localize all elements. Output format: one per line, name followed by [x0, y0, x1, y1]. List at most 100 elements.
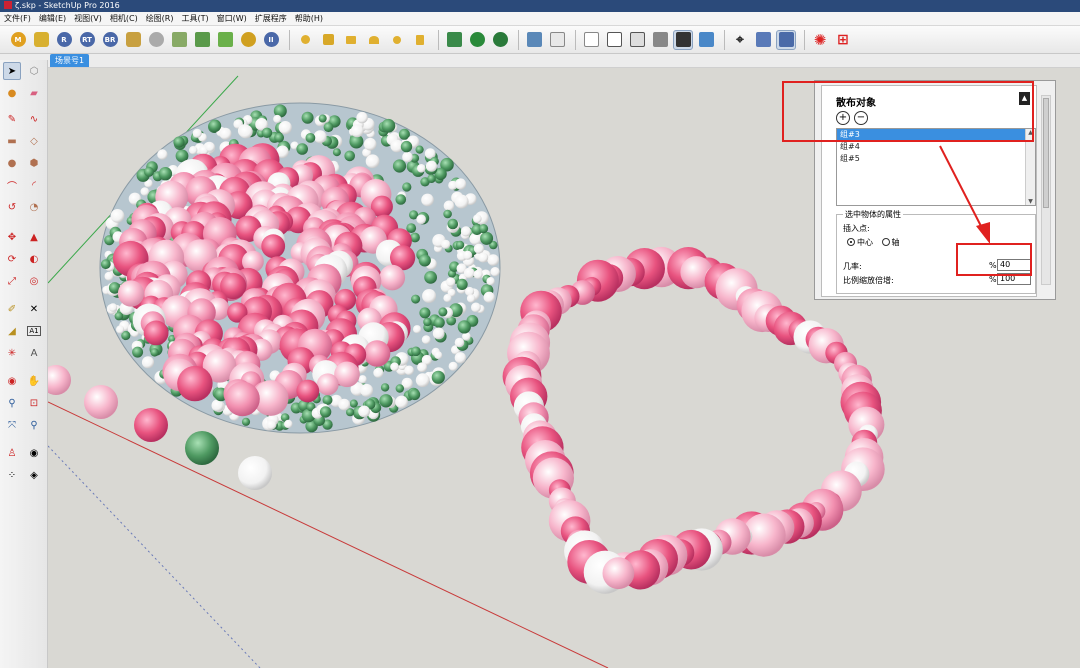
rectangle-tool-button[interactable]: ▬ — [3, 132, 21, 150]
grid-icon: ⊞ — [837, 31, 849, 48]
plugin-r-button[interactable]: R — [54, 30, 74, 50]
plugin-scatter-button[interactable] — [169, 30, 189, 50]
axes-tool-button[interactable]: ✳ — [3, 344, 21, 362]
zoom-tool-button[interactable]: ⚲ — [3, 394, 21, 412]
menu-file[interactable]: 文件(F) — [4, 13, 31, 24]
menu-extensions[interactable]: 扩展程序 — [255, 13, 287, 24]
ball-tool-button[interactable] — [387, 30, 407, 50]
sun-button[interactable]: ✺ — [810, 30, 830, 50]
plugin-rt-button[interactable]: RT — [77, 30, 97, 50]
position-camera-button[interactable]: ♙ — [3, 444, 21, 462]
small-green-sphere — [438, 307, 448, 317]
tape-measure-button[interactable]: ✐ — [3, 300, 21, 318]
plugin-grass-button[interactable] — [215, 30, 235, 50]
zoom-window-button[interactable]: ⊡ — [25, 394, 43, 412]
spot-tool-button[interactable] — [410, 30, 430, 50]
orbit-tool-button[interactable]: ◉ — [3, 372, 21, 390]
offset-tool-button[interactable]: ◎ — [25, 272, 43, 290]
monochrome-button[interactable] — [696, 30, 716, 50]
menu-help[interactable]: 帮助(H) — [295, 13, 323, 24]
cone-tool-button[interactable] — [364, 30, 384, 50]
scale-tool-button[interactable]: ⤢ — [3, 272, 21, 290]
polygon-tool-button[interactable]: ⬢ — [25, 154, 43, 172]
wireframe-button[interactable] — [604, 30, 624, 50]
two-point-arc-button[interactable]: ◜ — [25, 176, 43, 194]
rotate-tool-button[interactable]: ⟳ — [3, 250, 21, 268]
lamp-tool-button[interactable] — [318, 30, 338, 50]
dimension-tool-button[interactable]: ✕ — [25, 300, 43, 318]
plugin-pause-button[interactable]: II — [261, 30, 281, 50]
protractor-button[interactable]: ◢ — [3, 322, 21, 340]
small-green-sphere — [392, 159, 407, 173]
previous-view-icon: ⚲ — [30, 419, 38, 431]
three-point-arc-button[interactable]: ↺ — [3, 198, 21, 216]
small-white-sphere — [454, 337, 465, 348]
plugin-gear-button[interactable] — [238, 30, 258, 50]
pie-tool-button[interactable]: ◔ — [25, 198, 43, 216]
3d-text-button[interactable]: A — [25, 344, 43, 362]
menu-camera[interactable]: 相机(C) — [110, 13, 138, 24]
plugin-tag-button[interactable] — [31, 30, 51, 50]
gear-icon — [240, 32, 256, 47]
circle-tool-button[interactable]: ● — [3, 154, 21, 172]
line-tool-button[interactable]: ✎ — [3, 110, 21, 128]
menu-view[interactable]: 视图(V) — [74, 13, 102, 24]
zoom-extents-button[interactable]: ⤧ — [3, 416, 21, 434]
section-cut-button[interactable] — [776, 29, 796, 50]
menu-edit[interactable]: 编辑(E) — [39, 13, 66, 24]
follow-me-button[interactable]: ◐ — [25, 250, 43, 268]
shaded-button[interactable] — [650, 30, 670, 50]
push-pull-button[interactable]: ▲ — [25, 228, 43, 246]
text-tool-button[interactable]: A1 — [25, 322, 43, 340]
walk-tool-button[interactable]: ⁘ — [3, 466, 21, 484]
three-point-arc-icon: ↺ — [7, 201, 17, 213]
plugin-tree-button[interactable] — [192, 30, 212, 50]
small-green-sphere — [322, 395, 333, 405]
scroll-down-icon[interactable]: ▼ — [1026, 198, 1035, 205]
sphere-tool-button[interactable] — [295, 30, 315, 50]
menu-draw[interactable]: 绘图(R) — [146, 13, 174, 24]
small-white-sphere — [356, 111, 368, 124]
components-button[interactable] — [467, 30, 487, 50]
eraser-button[interactable]: ▰ — [25, 84, 43, 102]
previous-view-button[interactable]: ⚲ — [25, 416, 43, 434]
warehouse-button[interactable] — [444, 30, 464, 50]
freehand-tool-button[interactable]: ∿ — [25, 110, 43, 128]
section-cut-icon — [778, 32, 794, 47]
small-green-sphere — [261, 127, 273, 138]
section-plane-button[interactable] — [753, 30, 773, 50]
radio-center[interactable]: 中心 — [847, 238, 873, 247]
hidden-line-button[interactable] — [627, 30, 647, 50]
paint-bucket-button[interactable]: ● — [3, 84, 21, 102]
small-white-sphere — [402, 151, 413, 163]
look-around-button[interactable]: ◉ — [25, 444, 43, 462]
radio-axis[interactable]: 轴 — [881, 238, 900, 247]
rotated-rect-button[interactable]: ◇ — [25, 132, 43, 150]
axes-button[interactable]: ⌖ — [730, 30, 750, 50]
iso-view-button[interactable] — [524, 30, 544, 50]
xray-button[interactable] — [581, 30, 601, 50]
select-tool-button[interactable]: ➤ — [3, 62, 21, 80]
plugin-br-button[interactable]: BR — [100, 30, 120, 50]
small-green-sphere — [395, 384, 404, 393]
plugin-m-button[interactable]: M — [8, 30, 28, 50]
small-white-sphere — [460, 226, 472, 237]
extension-button[interactable] — [490, 30, 510, 50]
move-tool-button[interactable]: ✥ — [3, 228, 21, 246]
pan-tool-button[interactable]: ✋ — [25, 372, 43, 390]
panel-scroll-thumb[interactable] — [1043, 98, 1049, 208]
menu-window[interactable]: 窗口(W) — [217, 13, 247, 24]
textured-button[interactable] — [673, 29, 693, 50]
grid-button[interactable]: ⊞ — [833, 30, 853, 50]
arc-tool-button[interactable]: ⌒ — [3, 176, 21, 194]
section-tool-button[interactable]: ◈ — [25, 466, 43, 484]
plugin-sphere-button[interactable] — [146, 30, 166, 50]
panel-scrollbar[interactable] — [1041, 95, 1051, 285]
component-tool-button[interactable]: ⬡ — [25, 62, 43, 80]
top-view-button[interactable] — [547, 30, 567, 50]
menu-tools[interactable]: 工具(T) — [182, 13, 209, 24]
scene-tab[interactable]: 场景号1 — [50, 54, 90, 67]
small-green-sphere — [150, 348, 159, 357]
flag-tool-button[interactable] — [341, 30, 361, 50]
plugin-tag2-button[interactable] — [123, 30, 143, 50]
